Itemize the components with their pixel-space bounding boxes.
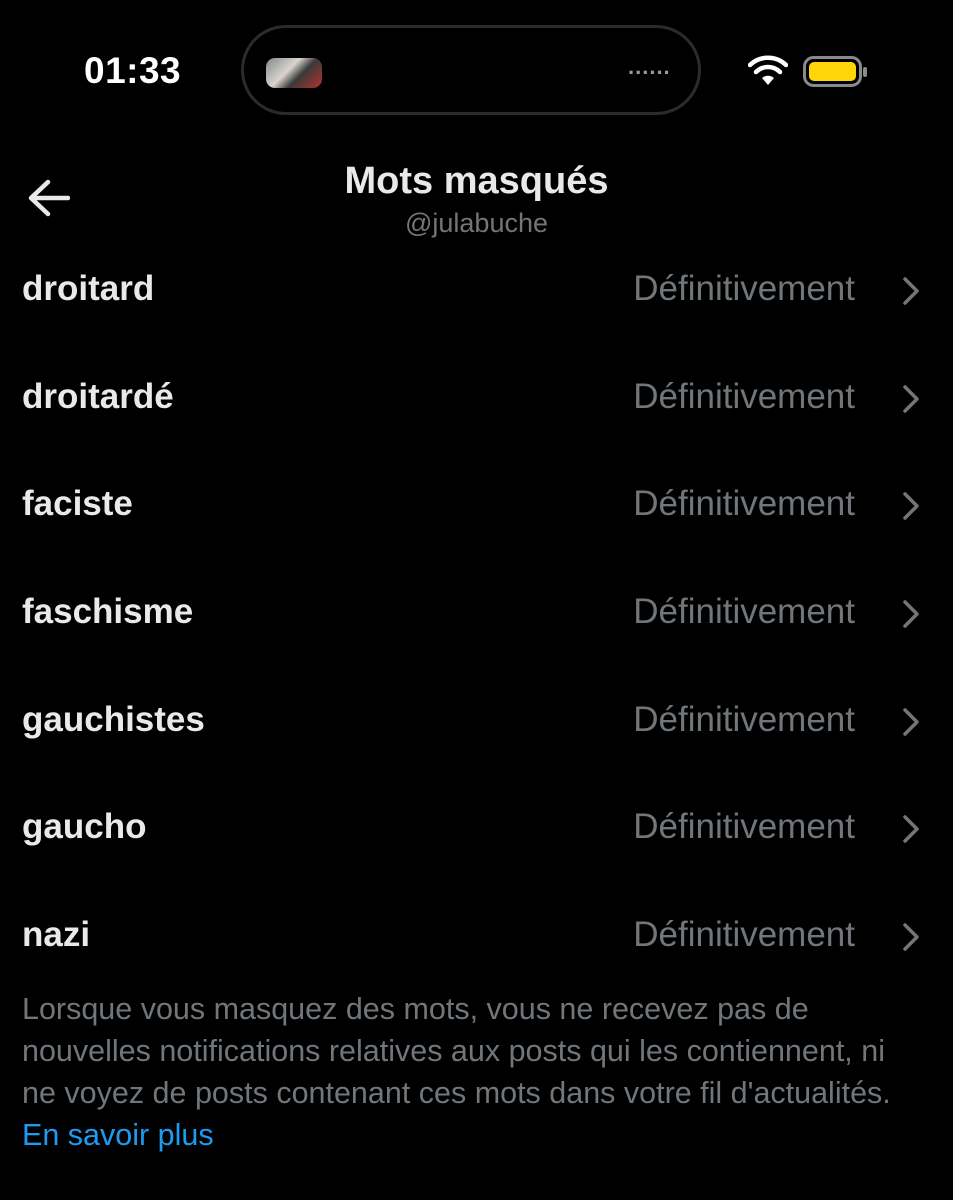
chevron-right-icon (903, 492, 919, 521)
muted-word-row[interactable]: gaucho Définitivement (0, 774, 953, 882)
page-title: Mots masqués (344, 160, 609, 202)
mute-duration: Définitivement (633, 269, 855, 308)
muted-word: gauchistes (22, 699, 205, 739)
chevron-right-icon (903, 277, 919, 305)
muted-words-info: Lorsque vous masquez des mots, vous ne r… (22, 988, 922, 1156)
wifi-icon (748, 55, 788, 85)
island-dots: ...... (628, 54, 671, 79)
mute-duration: Définitivement (633, 376, 855, 416)
muted-word: faciste (22, 484, 133, 524)
status-bar: 01:33 ...... (0, 0, 953, 130)
mute-duration: Définitivement (633, 592, 855, 632)
chevron-right-icon (903, 708, 919, 736)
chevron-right-icon (903, 815, 919, 844)
muted-word: droitard (22, 269, 155, 308)
muted-word: faschisme (22, 592, 194, 632)
info-text: Lorsque vous masquez des mots, vous ne r… (22, 992, 891, 1110)
muted-word-row[interactable]: nazi Définitivement (0, 882, 953, 990)
mute-duration: Définitivement (633, 807, 855, 847)
dynamic-island[interactable]: ...... (241, 25, 701, 115)
muted-word: gaucho (22, 807, 147, 847)
mute-duration: Définitivement (633, 915, 855, 955)
muted-word-row[interactable]: droitardé Définitivement (0, 344, 953, 452)
status-time: 01:33 (84, 50, 182, 91)
learn-more-link[interactable]: En savoir plus (22, 1118, 214, 1152)
header: Mots masqués @julabuche (0, 150, 953, 250)
media-thumbnail (266, 58, 322, 88)
chevron-right-icon (903, 384, 919, 413)
chevron-right-icon (903, 923, 919, 951)
account-handle: @julabuche (404, 208, 548, 238)
muted-words-list: droitard Définitivement droitardé Défini… (0, 236, 953, 990)
chevron-right-icon (903, 600, 919, 628)
muted-word: droitardé (22, 376, 174, 416)
muted-word-row[interactable]: faschisme Définitivement (0, 559, 953, 667)
mute-duration: Définitivement (633, 484, 855, 524)
muted-word-row[interactable]: droitard Définitivement (0, 236, 953, 344)
battery-icon (803, 56, 867, 87)
muted-word-row[interactable]: gauchistes Définitivement (0, 667, 953, 775)
muted-word-row[interactable]: faciste Définitivement (0, 451, 953, 559)
muted-word: nazi (22, 915, 91, 955)
mute-duration: Définitivement (633, 699, 855, 739)
